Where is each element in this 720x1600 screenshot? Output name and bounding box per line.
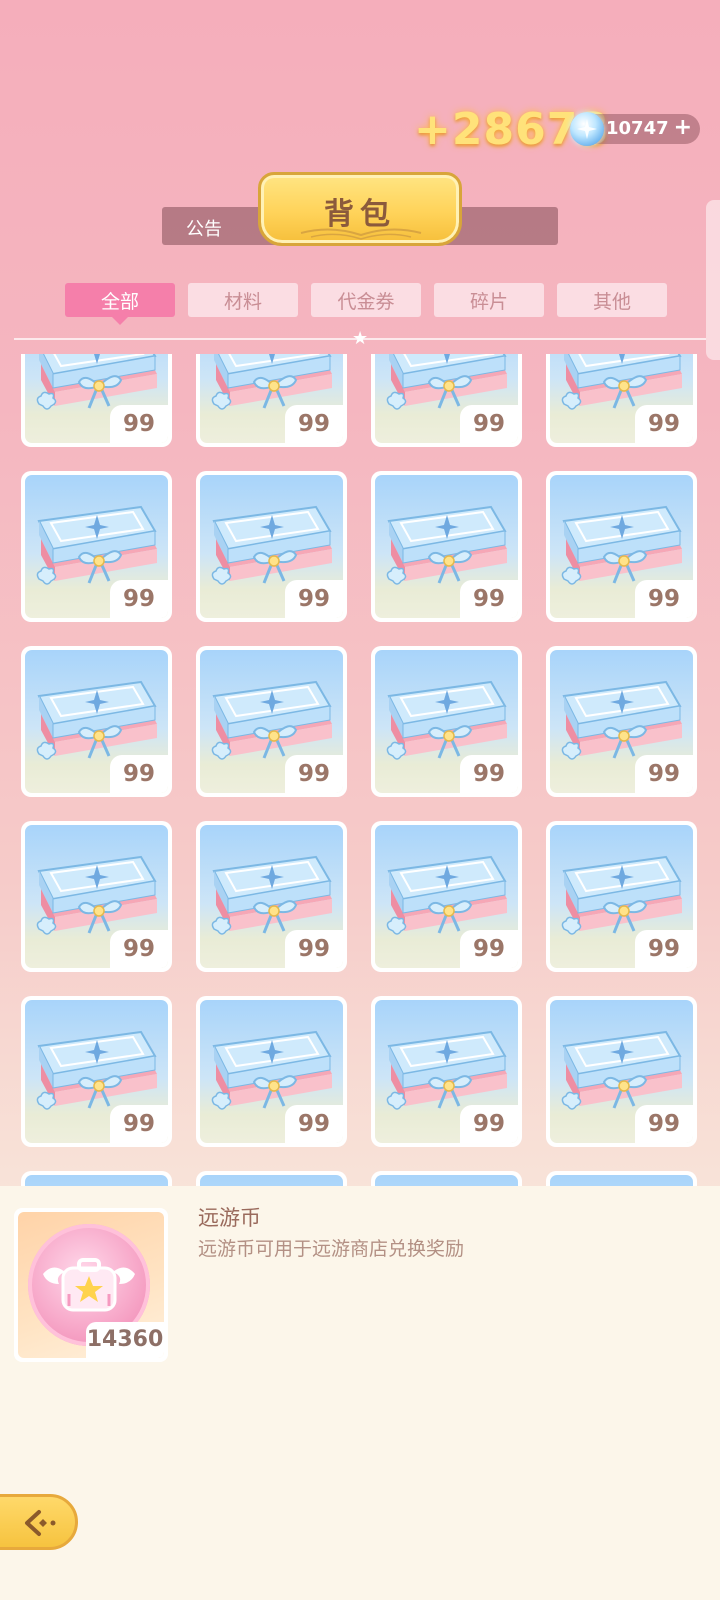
item-detail-panel: 14360 远游币 远游币可用于远游商店兑换奖励	[0, 1186, 720, 1600]
item-quantity: 99	[110, 405, 168, 443]
item-quantity: 99	[635, 580, 693, 618]
selected-item-quantity: 14360	[86, 1322, 164, 1358]
tab-fragments[interactable]: 碎片	[434, 283, 544, 317]
category-tabs: 全部 材料 代金券 碎片 其他	[65, 283, 667, 325]
inventory-item-card[interactable]: 99	[21, 354, 172, 447]
inventory-item-card[interactable]: 99	[196, 996, 347, 1147]
item-quantity: 99	[460, 930, 518, 968]
inventory-item-card[interactable]: 99	[371, 646, 522, 797]
tab-others[interactable]: 其他	[557, 283, 667, 317]
inventory-item-card[interactable]: 99	[546, 471, 697, 622]
page-title-plate: 背包	[258, 172, 462, 246]
inventory-item-card[interactable]: 99	[196, 354, 347, 447]
inventory-grid[interactable]: 99 99 99 99 99 99 99 99 99 99 99 99 99 9…	[0, 354, 720, 1186]
item-quantity: 99	[285, 930, 343, 968]
inventory-item-card[interactable]: 99	[371, 471, 522, 622]
back-arrow-icon	[25, 1510, 56, 1536]
item-quantity: 99	[110, 930, 168, 968]
currency-value: 10747	[606, 118, 669, 139]
inventory-item-card[interactable]: 99	[546, 821, 697, 972]
add-currency-plus-icon[interactable]: +	[674, 116, 692, 140]
inventory-item-card[interactable]: 99	[371, 821, 522, 972]
inventory-item-card[interactable]: 99	[196, 646, 347, 797]
item-quantity: 99	[635, 755, 693, 793]
inventory-item-card[interactable]: 99	[196, 821, 347, 972]
inventory-item-card[interactable]	[196, 1171, 347, 1186]
item-quantity: 99	[635, 1105, 693, 1143]
inventory-item-card[interactable]	[371, 1171, 522, 1186]
item-quantity: 99	[460, 1105, 518, 1143]
item-quantity: 99	[285, 580, 343, 618]
item-quantity: 99	[635, 930, 693, 968]
tab-materials[interactable]: 材料	[188, 283, 298, 317]
selected-item-description: 远游币可用于远游商店兑换奖励	[198, 1238, 465, 1260]
inventory-item-card[interactable]: 99	[546, 354, 697, 447]
item-quantity: 99	[110, 755, 168, 793]
currency-display: 10747 +	[570, 112, 700, 146]
inventory-item-card[interactable]: 99	[371, 354, 522, 447]
inventory-item-card[interactable]: 99	[196, 471, 347, 622]
inventory-item-card[interactable]: 99	[546, 996, 697, 1147]
tab-all[interactable]: 全部	[65, 283, 175, 325]
inventory-item-card[interactable]: 99	[21, 996, 172, 1147]
side-scroll-handle[interactable]	[706, 200, 720, 360]
title-wing-ornament-icon	[300, 228, 422, 240]
item-quantity: 99	[285, 405, 343, 443]
item-quantity: 99	[635, 405, 693, 443]
selected-item-name: 远游币	[198, 1206, 261, 1230]
item-quantity: 99	[460, 580, 518, 618]
inventory-item-card[interactable]: 99	[21, 471, 172, 622]
item-quantity: 99	[285, 755, 343, 793]
inventory-item-card[interactable]: 99	[546, 646, 697, 797]
selected-item-card[interactable]: 14360	[14, 1208, 168, 1362]
tab-vouchers[interactable]: 代金券	[311, 283, 421, 317]
back-button[interactable]	[0, 1494, 78, 1550]
inventory-item-card[interactable]	[21, 1171, 172, 1186]
item-quantity: 99	[285, 1105, 343, 1143]
gem-icon	[570, 112, 604, 146]
inventory-item-card[interactable]: 99	[21, 646, 172, 797]
notice-label: 公告	[186, 219, 222, 240]
inventory-item-card[interactable]: 99	[21, 821, 172, 972]
inventory-item-card[interactable]	[546, 1171, 697, 1186]
star-icon: ★	[352, 328, 369, 349]
inventory-item-card[interactable]: 99	[371, 996, 522, 1147]
item-quantity: 99	[460, 755, 518, 793]
item-quantity: 99	[460, 405, 518, 443]
item-quantity: 99	[110, 1105, 168, 1143]
item-quantity: 99	[110, 580, 168, 618]
